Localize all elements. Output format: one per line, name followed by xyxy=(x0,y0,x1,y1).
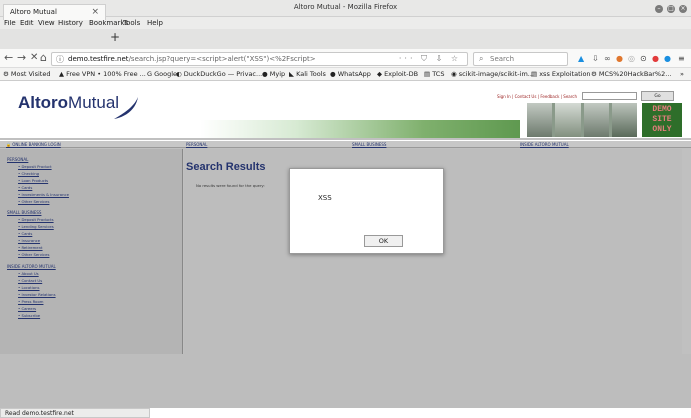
bookmark-google[interactable]: G Google xyxy=(147,70,177,78)
library-icon[interactable]: ∞ xyxy=(604,54,611,63)
online-banking-login-link[interactable]: 🔒 ONLINE BANKING LOGIN xyxy=(6,142,61,147)
menu-view[interactable]: View xyxy=(38,19,55,27)
alert-message: XSS xyxy=(318,194,332,202)
nav-item[interactable]: Other Services xyxy=(18,252,49,257)
addon-icon[interactable]: ● xyxy=(616,54,623,63)
menu-edit[interactable]: Edit xyxy=(20,19,34,27)
top-links[interactable]: Sign In | Contact Us | Feedback | Search xyxy=(497,94,577,99)
close-window-button[interactable]: × xyxy=(679,5,687,13)
nav-item[interactable]: Contact Us xyxy=(18,278,42,283)
minimize-button[interactable]: – xyxy=(655,5,663,13)
tab-altoro-mutual[interactable]: Altoro Mutual × xyxy=(3,4,106,20)
nav-section-inside-altoro[interactable]: INSIDE ALTORO MUTUAL xyxy=(7,264,56,269)
search-placeholder: Search xyxy=(490,55,515,63)
bookmark-hackbar[interactable]: ⚙ MCS%20HackBar%2... xyxy=(591,70,671,78)
nav-item[interactable]: Deposit Products xyxy=(18,217,53,222)
nav-item[interactable]: Loan Products xyxy=(18,178,48,183)
results-message: No results were found for the query: xyxy=(196,183,265,188)
bookmark-kali-tools[interactable]: ◣ Kali Tools xyxy=(289,70,326,78)
bookmark-exploit-db[interactable]: ◆ Exploit-DB xyxy=(377,70,418,78)
nav-item[interactable]: Other Services xyxy=(18,199,49,204)
addon-icon[interactable]: ● xyxy=(652,54,659,63)
menu-history[interactable]: History xyxy=(58,19,83,27)
nav-item[interactable]: Press Room xyxy=(18,299,43,304)
search-input[interactable]: ⌕ Search xyxy=(473,52,568,66)
bookmark-whatsapp[interactable]: ● WhatsApp xyxy=(330,70,371,78)
nav-item[interactable]: Cards xyxy=(18,185,32,190)
bookmark-xss-exploitation[interactable]: ▤ xss Exploitation xyxy=(531,70,591,78)
nav-item[interactable]: Insurance xyxy=(18,238,40,243)
download-icon[interactable]: ⇩ xyxy=(592,54,599,63)
nav-item[interactable]: Checking xyxy=(18,171,39,176)
bookmark-tcs[interactable]: ▤ TCS xyxy=(424,70,444,78)
inside-altoro-link[interactable]: INSIDE ALTORO MUTUAL xyxy=(520,142,569,147)
status-bar: Read demo.testfire.net xyxy=(0,408,150,418)
new-tab-button[interactable]: + xyxy=(110,30,120,44)
go-button[interactable]: Go xyxy=(641,91,674,101)
close-tab-icon[interactable]: × xyxy=(91,7,99,17)
menu-help[interactable]: Help xyxy=(147,19,163,27)
nav-section-personal[interactable]: PERSONAL xyxy=(7,157,28,162)
bookmarks-bar: ⚙ Most Visited ▲ Free VPN • 100% Free ..… xyxy=(0,68,691,81)
stop-icon[interactable]: ✕ xyxy=(30,52,38,63)
small-business-link[interactable]: SMALL BUSINESS xyxy=(352,142,386,147)
tab-label: Altoro Mutual xyxy=(10,8,57,16)
menu-tools[interactable]: Tools xyxy=(123,19,140,27)
site-logo[interactable]: AltoroMutual xyxy=(18,93,119,113)
tab-bar xyxy=(0,29,691,49)
bookmark-myip[interactable]: ● Myip xyxy=(262,70,285,78)
nav-item[interactable]: Lending Services xyxy=(18,224,53,229)
addon-icon[interactable]: ⊙ xyxy=(640,54,647,63)
alert-dialog: XSS OK xyxy=(289,168,444,254)
logo-swoosh-icon xyxy=(114,97,138,119)
home-icon[interactable]: ⌂ xyxy=(40,51,47,64)
nav-item[interactable]: Locations xyxy=(18,285,39,290)
maximize-button[interactable]: □ xyxy=(667,5,675,13)
nav-item[interactable]: Investor Relations xyxy=(18,292,55,297)
nav-item[interactable]: Subscribe xyxy=(18,313,40,318)
addon-icon[interactable]: ◎ xyxy=(628,54,635,63)
header-photos xyxy=(527,103,637,137)
site-info-icon[interactable]: ⓘ xyxy=(56,54,64,65)
nav-item[interactable]: Investments & Insurance xyxy=(18,192,69,197)
url-text: demo.testfire.net/search.jsp?query=<scri… xyxy=(68,55,316,63)
page-footer-area xyxy=(0,354,691,408)
bookmark-scikit-image[interactable]: ◉ scikit-image/scikit-im... xyxy=(451,70,534,78)
status-text: Read demo.testfire.net xyxy=(5,410,74,417)
nav-item[interactable]: Retirement xyxy=(18,245,42,250)
nav-item[interactable]: Cards xyxy=(18,231,32,236)
nav-item[interactable]: Careers xyxy=(18,306,36,311)
personal-link[interactable]: PERSONAL xyxy=(186,142,207,147)
nav-section-small-business[interactable]: SMALL BUSINESS xyxy=(7,210,41,215)
site-nav-row: 🔒 ONLINE BANKING LOGIN PERSONAL SMALL BU… xyxy=(0,140,691,148)
nav-item[interactable]: Deposit Product xyxy=(18,164,51,169)
extension-icon[interactable]: ▲ xyxy=(578,54,584,63)
left-navigation: PERSONAL Deposit Product Checking Loan P… xyxy=(0,149,183,354)
page-title: Search Results xyxy=(186,161,266,173)
site-search-input[interactable] xyxy=(582,92,637,100)
bookmark-free-vpn[interactable]: ▲ Free VPN • 100% Free ... xyxy=(59,70,146,78)
search-icon: ⌕ xyxy=(479,54,484,63)
header-band xyxy=(200,120,520,138)
bookmark-duckduckgo[interactable]: ◐ DuckDuckGo — Privac... xyxy=(176,70,262,78)
back-icon[interactable]: ← xyxy=(4,51,13,64)
ok-button[interactable]: OK xyxy=(364,235,403,247)
menu-file[interactable]: File xyxy=(4,19,16,27)
nav-item[interactable]: About Us xyxy=(18,271,38,276)
page-actions-icon[interactable]: ··· ⛉ ⇩ ☆ xyxy=(399,54,461,64)
bookmark-most-visited[interactable]: ⚙ Most Visited xyxy=(3,70,50,78)
bookmarks-overflow-icon[interactable]: » xyxy=(680,70,684,78)
demo-site-badge: DEMO SITE ONLY xyxy=(642,103,682,137)
url-bar[interactable]: ⓘ demo.testfire.net/search.jsp?query=<sc… xyxy=(51,52,468,66)
forward-icon[interactable]: → xyxy=(17,51,26,64)
addon-icon[interactable]: ● xyxy=(664,54,671,63)
menu-icon[interactable]: ≡ xyxy=(678,54,685,63)
